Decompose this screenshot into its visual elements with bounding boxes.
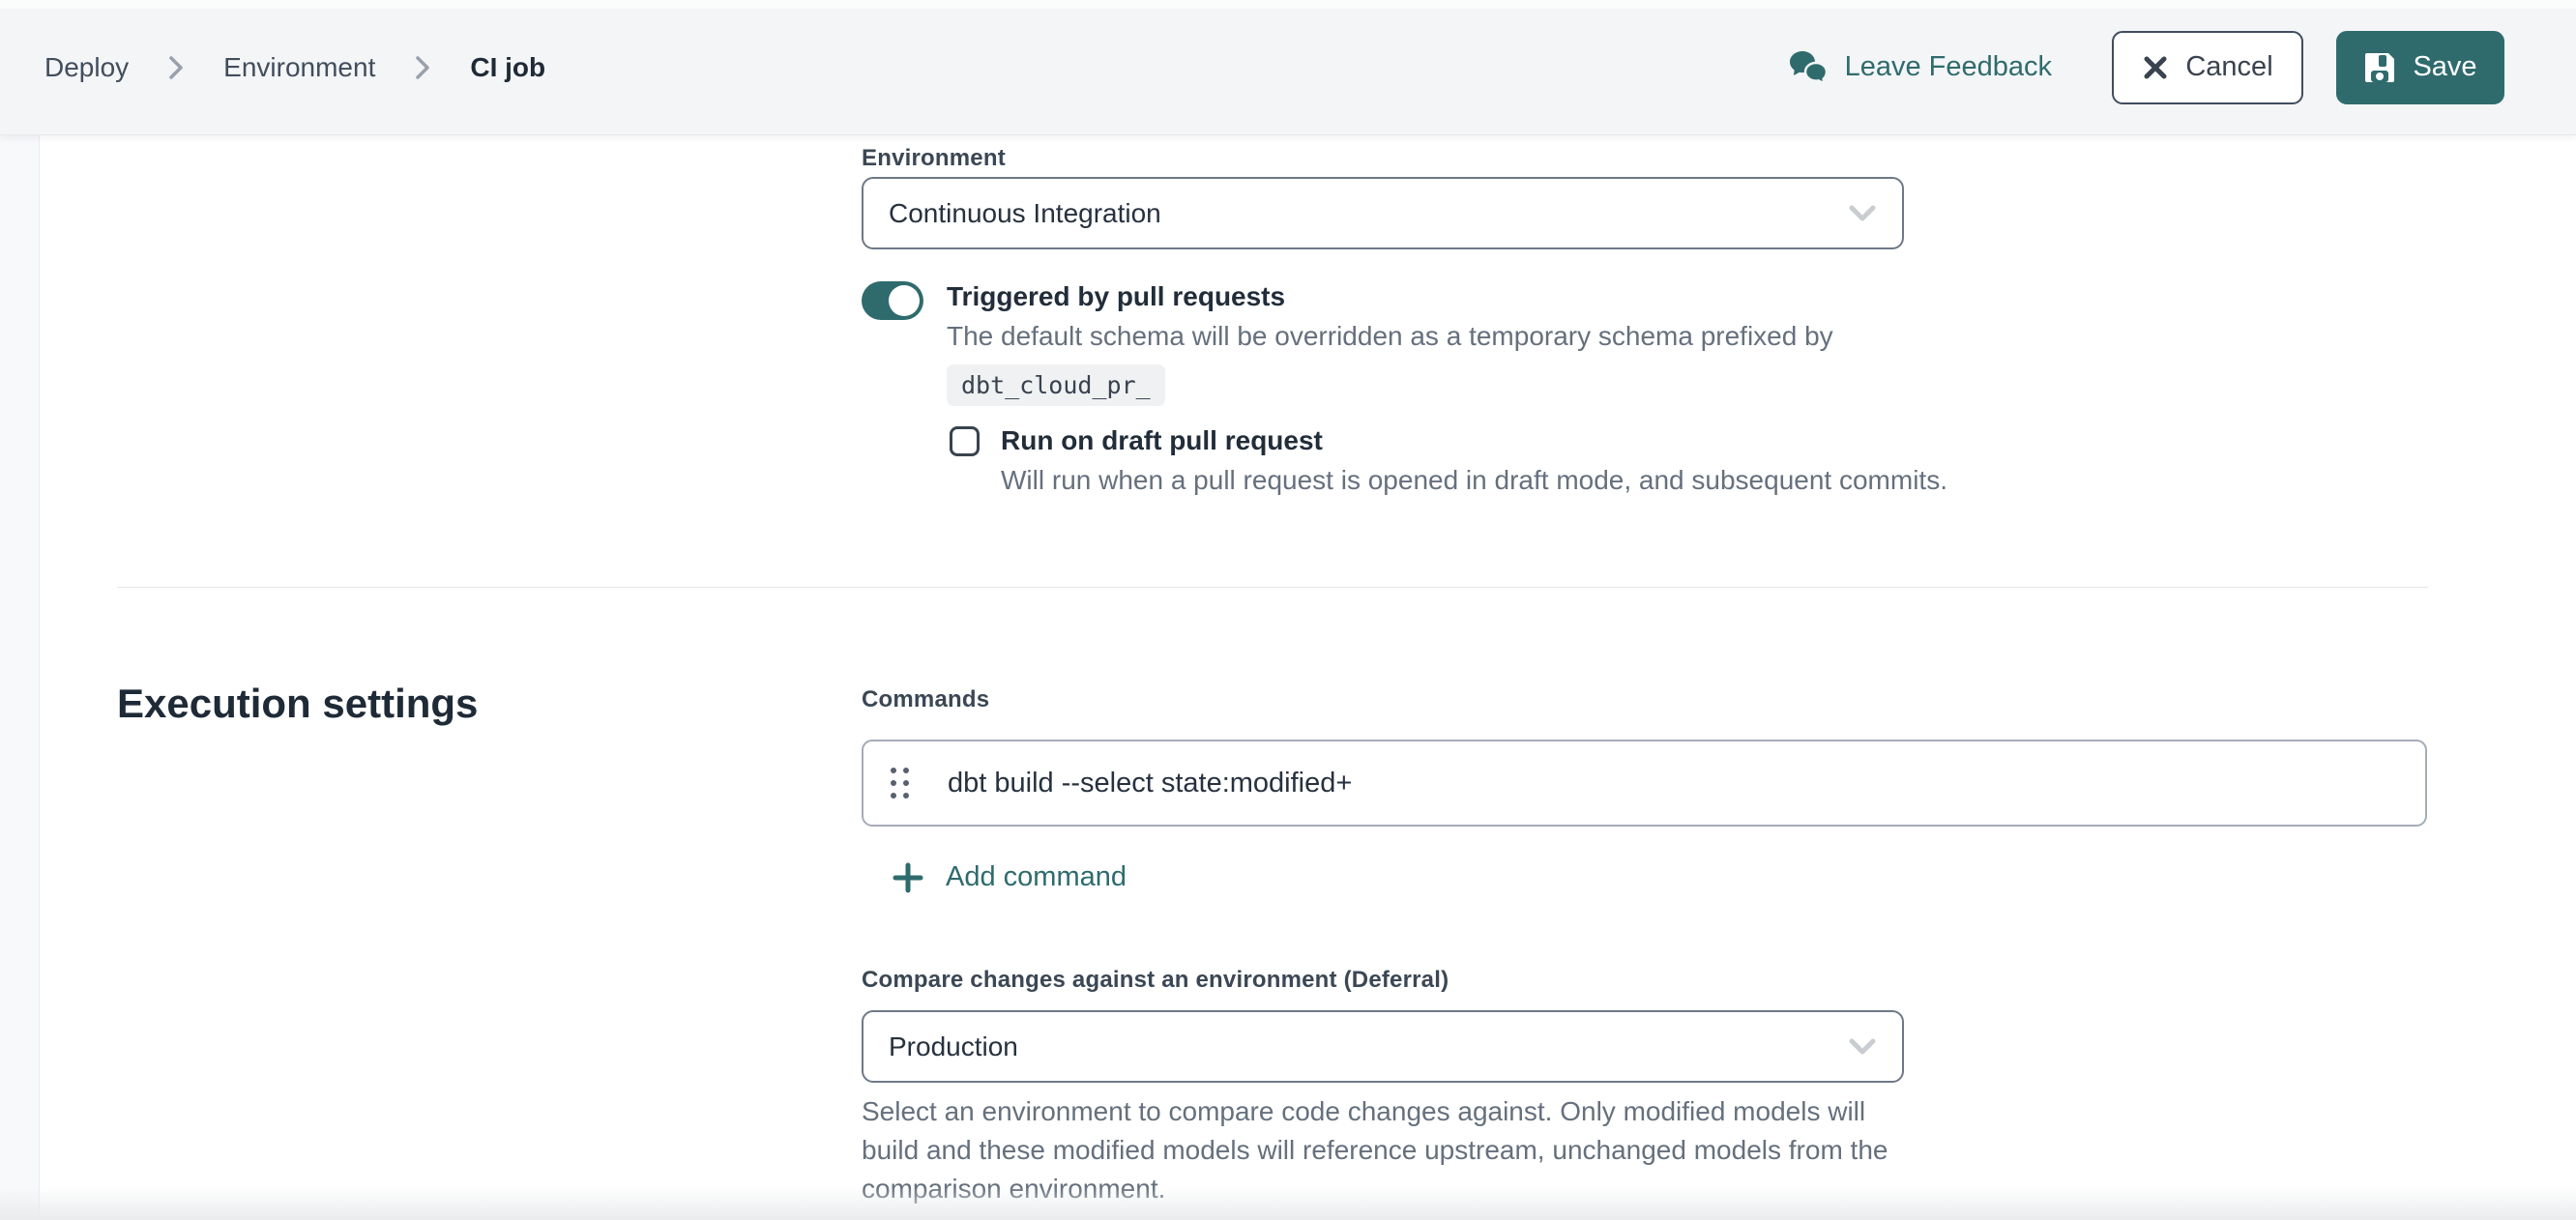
add-command-button[interactable]: Add command bbox=[893, 861, 1127, 893]
chevron-down-icon bbox=[1846, 1036, 1879, 1058]
command-row[interactable]: dbt build --select state:modified+ bbox=[862, 740, 2427, 827]
page-header: Deploy Environment CI job Leave Feedback bbox=[0, 0, 2576, 135]
environment-select[interactable]: Continuous Integration bbox=[862, 177, 1904, 249]
execution-settings-title: Execution settings bbox=[117, 681, 478, 727]
bottom-fade bbox=[0, 1187, 2576, 1220]
schema-prefix-code: dbt_cloud_pr_ bbox=[947, 364, 1165, 406]
section-divider bbox=[117, 587, 2428, 588]
breadcrumb-item-ci-job: CI job bbox=[470, 52, 545, 83]
chevron-right-icon bbox=[412, 53, 433, 82]
commands-label: Commands bbox=[862, 686, 989, 713]
save-icon bbox=[2363, 51, 2396, 84]
cancel-button[interactable]: Cancel bbox=[2112, 31, 2303, 104]
chevron-right-icon bbox=[165, 53, 187, 82]
draft-pr-description: Will run when a pull request is opened i… bbox=[1001, 461, 1947, 500]
plus-icon bbox=[893, 862, 923, 893]
toggle-knob bbox=[889, 285, 920, 316]
save-button[interactable]: Save bbox=[2336, 31, 2504, 104]
close-icon bbox=[2142, 54, 2169, 81]
draft-pr-checkbox[interactable] bbox=[950, 426, 980, 456]
add-command-label: Add command bbox=[946, 861, 1127, 893]
cancel-label: Cancel bbox=[2185, 51, 2272, 83]
environment-select-value: Continuous Integration bbox=[889, 198, 1161, 229]
save-label: Save bbox=[2413, 51, 2476, 83]
chevron-down-icon bbox=[1846, 203, 1879, 224]
pr-trigger-row: Triggered by pull requests The default s… bbox=[862, 277, 1833, 406]
deferral-select-value: Production bbox=[889, 1031, 1018, 1062]
pr-trigger-title: Triggered by pull requests bbox=[947, 277, 1833, 316]
breadcrumb-item-deploy[interactable]: Deploy bbox=[44, 52, 129, 83]
leave-feedback-label: Leave Feedback bbox=[1845, 51, 2052, 83]
draft-pr-row: Run on draft pull request Will run when … bbox=[950, 421, 1947, 500]
ci-job-settings-screen: Deploy Environment CI job Leave Feedback bbox=[0, 0, 2576, 1220]
leave-feedback-button[interactable]: Leave Feedback bbox=[1789, 49, 2052, 86]
left-gutter bbox=[0, 135, 40, 1220]
deferral-select[interactable]: Production bbox=[862, 1010, 1904, 1083]
command-input[interactable]: dbt build --select state:modified+ bbox=[948, 768, 2398, 799]
deferral-label: Compare changes against an environment (… bbox=[862, 967, 1449, 994]
header-actions: Leave Feedback Cancel bbox=[1789, 31, 2504, 104]
pr-trigger-toggle[interactable] bbox=[862, 281, 923, 320]
comments-icon bbox=[1789, 49, 1830, 86]
breadcrumb-item-environment[interactable]: Environment bbox=[223, 52, 375, 83]
breadcrumb: Deploy Environment CI job bbox=[44, 52, 545, 83]
draft-pr-title: Run on draft pull request bbox=[1001, 421, 1947, 460]
environment-label: Environment bbox=[862, 145, 1006, 172]
drag-handle-icon[interactable] bbox=[891, 768, 909, 799]
pr-trigger-description: The default schema will be overridden as… bbox=[947, 317, 1833, 356]
